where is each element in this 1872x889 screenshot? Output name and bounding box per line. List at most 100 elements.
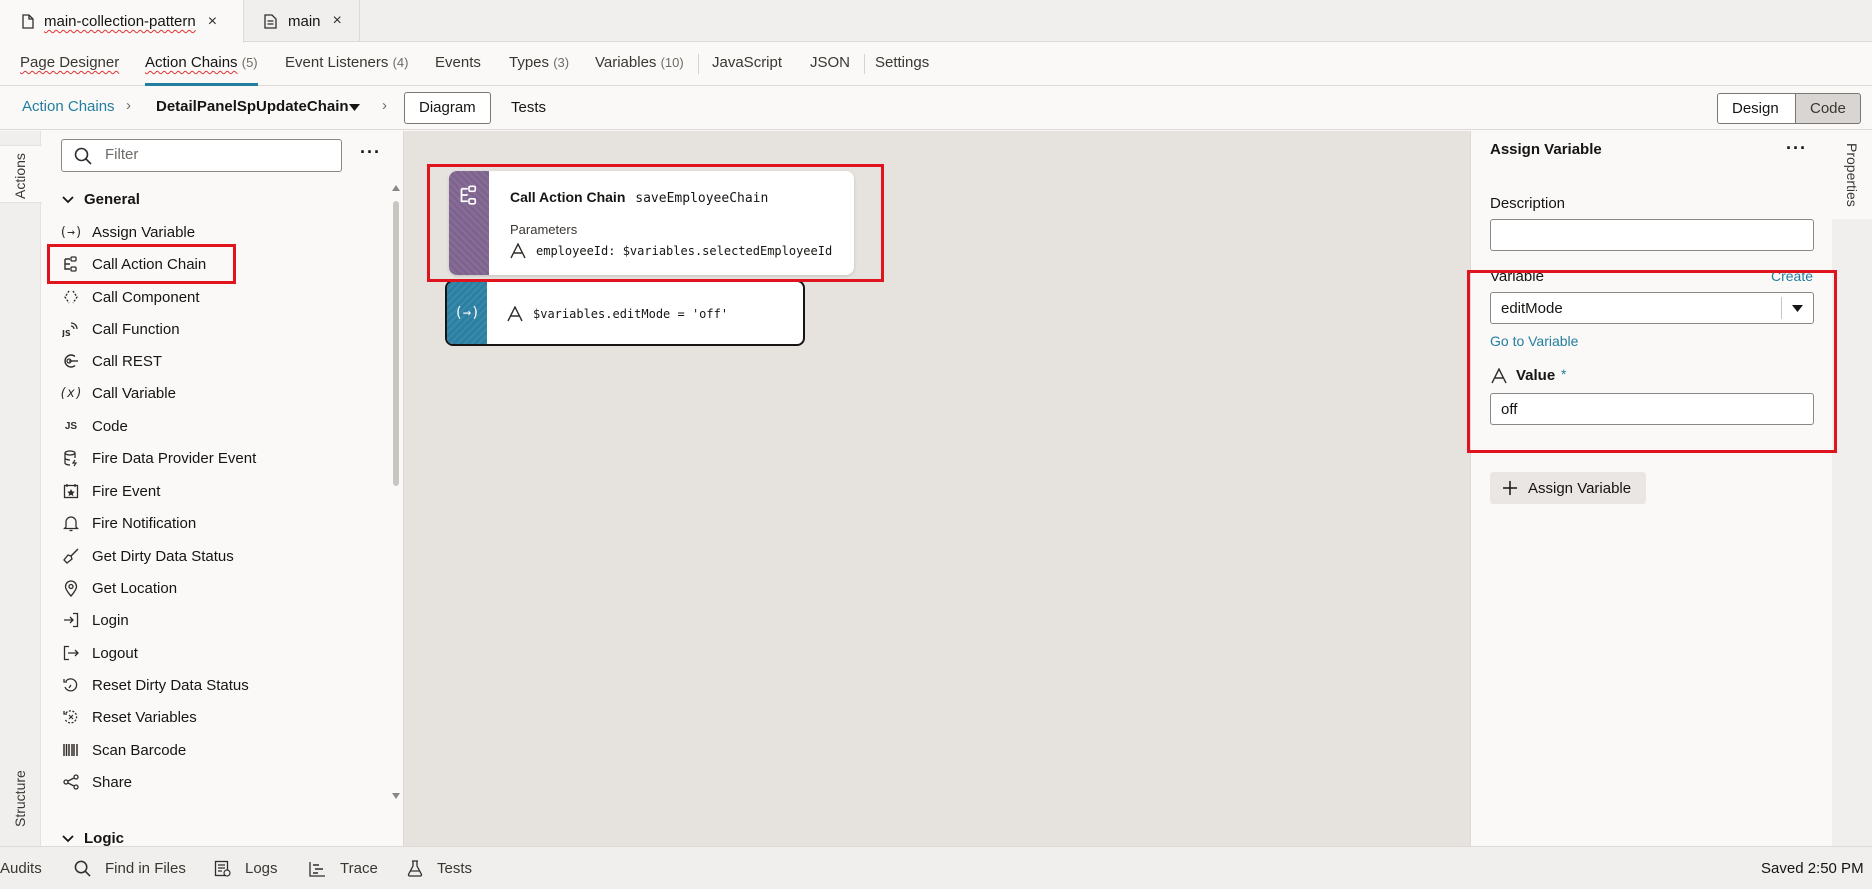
properties-title: Assign Variable bbox=[1490, 141, 1602, 158]
reset-icon bbox=[60, 677, 82, 693]
tab-json[interactable]: JSON bbox=[810, 43, 850, 86]
call-action-chain-node[interactable]: Call Action Chain saveEmployeeChain Para… bbox=[449, 171, 854, 275]
assign-variable-node[interactable]: (→) $variables.editMode = 'off' bbox=[445, 280, 805, 346]
search-icon bbox=[74, 860, 91, 877]
action-call-rest[interactable]: Call REST bbox=[60, 347, 162, 375]
caret-down-icon[interactable] bbox=[349, 104, 360, 111]
close-icon[interactable]: × bbox=[333, 12, 342, 30]
left-rail: Actions Structure bbox=[0, 131, 42, 846]
file-tab-main-collection-pattern[interactable]: main-collection-pattern × bbox=[0, 0, 244, 43]
audits-button[interactable]: Audits bbox=[0, 860, 42, 877]
action-call-variable[interactable]: (x) Call Variable bbox=[59, 379, 176, 407]
logs-button[interactable]: Logs bbox=[214, 860, 278, 877]
action-share[interactable]: Share bbox=[60, 768, 132, 796]
diagram-button[interactable]: Diagram bbox=[404, 92, 491, 124]
tab-divider bbox=[864, 54, 865, 74]
go-to-variable-link[interactable]: Go to Variable bbox=[1490, 333, 1578, 349]
action-login[interactable]: Login bbox=[60, 606, 129, 634]
action-logout[interactable]: Logout bbox=[60, 639, 138, 667]
properties-panel: Assign Variable ··· Description Variable… bbox=[1470, 131, 1832, 846]
code-icon: JS bbox=[64, 420, 78, 432]
breadcrumb: Action Chains › DetailPanelSpUpdateChain… bbox=[0, 87, 1872, 130]
action-code[interactable]: JS Code bbox=[60, 412, 128, 440]
file-tab-label: main-collection-pattern bbox=[44, 13, 196, 30]
calendar-star-icon bbox=[60, 483, 82, 499]
tab-event-listeners[interactable]: Event Listeners (4) bbox=[285, 43, 408, 86]
trace-icon bbox=[309, 861, 325, 877]
action-reset-variables[interactable]: Reset Variables bbox=[60, 703, 197, 731]
action-call-component[interactable]: Call Component bbox=[60, 283, 200, 311]
action-get-dirty-data-status[interactable]: Get Dirty Data Status bbox=[60, 542, 234, 570]
tests-button[interactable]: Tests bbox=[496, 92, 561, 124]
file-tab-label: main bbox=[288, 12, 321, 30]
variable-select[interactable]: editMode bbox=[1490, 292, 1814, 324]
action-assign-variable[interactable]: (→) Assign Variable bbox=[59, 218, 195, 246]
action-call-function[interactable]: JS Call Function bbox=[60, 315, 180, 343]
filter-input[interactable] bbox=[105, 146, 325, 163]
assign-variable-icon: (→) bbox=[59, 224, 83, 240]
scroll-down-icon bbox=[392, 793, 400, 799]
tab-action-chains[interactable]: Action Chains (5) bbox=[145, 43, 258, 86]
scroll-up-icon bbox=[392, 185, 400, 191]
group-logic[interactable]: Logic bbox=[62, 830, 124, 846]
action-reset-dirty-data-status[interactable]: Reset Dirty Data Status bbox=[60, 671, 249, 699]
more-options-icon[interactable]: ··· bbox=[360, 142, 381, 163]
scrollbar-thumb[interactable] bbox=[393, 201, 399, 486]
action-chain-icon bbox=[60, 256, 82, 272]
required-indicator: * bbox=[1561, 366, 1567, 382]
plus-icon bbox=[1503, 481, 1517, 495]
action-get-location[interactable]: Get Location bbox=[60, 574, 177, 602]
variable-label: Variable bbox=[1490, 268, 1544, 285]
parameters-label: Parameters bbox=[510, 222, 578, 237]
diagram-canvas[interactable]: Call Action Chain saveEmployeeChain Para… bbox=[404, 131, 1470, 846]
action-fire-notification[interactable]: Fire Notification bbox=[60, 509, 196, 537]
actions-rail-tab[interactable]: Actions bbox=[12, 153, 28, 199]
svg-text:JS: JS bbox=[62, 329, 71, 337]
parameter-value: employeeId: $variables.selectedEmployeeI… bbox=[536, 244, 833, 258]
logout-icon bbox=[60, 645, 82, 661]
tab-javascript[interactable]: JavaScript bbox=[712, 43, 782, 86]
file-tab-main[interactable]: main × bbox=[264, 0, 342, 42]
chevron-down-icon bbox=[62, 834, 74, 842]
tab-events[interactable]: Events bbox=[435, 43, 481, 86]
create-variable-link[interactable]: Create bbox=[1771, 268, 1813, 284]
action-chain-icon bbox=[460, 185, 477, 205]
action-scan-barcode[interactable]: Scan Barcode bbox=[60, 736, 186, 764]
properties-rail-tab[interactable]: Properties bbox=[1844, 143, 1860, 207]
tab-variables[interactable]: Variables (10) bbox=[595, 43, 684, 86]
description-input[interactable] bbox=[1490, 219, 1814, 251]
rest-icon bbox=[60, 353, 82, 369]
design-mode-button[interactable]: Design bbox=[1717, 93, 1796, 124]
filter-field[interactable] bbox=[61, 139, 342, 172]
variable-icon: (x) bbox=[59, 385, 83, 401]
tests-status-button[interactable]: Tests bbox=[407, 860, 472, 877]
barcode-icon bbox=[60, 744, 82, 756]
trace-button[interactable]: Trace bbox=[309, 860, 378, 877]
page-icon bbox=[264, 13, 277, 29]
share-icon bbox=[60, 774, 82, 790]
text-type-icon bbox=[1491, 368, 1507, 384]
action-fire-event[interactable]: Fire Event bbox=[60, 477, 160, 505]
breadcrumb-action-chains[interactable]: Action Chains bbox=[22, 98, 115, 115]
tab-types[interactable]: Types (3) bbox=[509, 43, 569, 86]
add-assign-variable-button[interactable]: Assign Variable bbox=[1490, 472, 1646, 504]
file-tab-bar: main-collection-pattern × main × bbox=[0, 0, 1872, 43]
logs-icon bbox=[214, 860, 231, 877]
value-input[interactable]: off bbox=[1490, 393, 1814, 425]
tab-page-designer[interactable]: Page Designer bbox=[20, 43, 119, 86]
file-icon bbox=[22, 14, 34, 29]
tab-divider bbox=[698, 54, 699, 74]
group-general[interactable]: General bbox=[62, 191, 140, 208]
more-options-icon[interactable]: ··· bbox=[1786, 138, 1807, 159]
action-call-action-chain[interactable]: Call Action Chain bbox=[60, 250, 206, 278]
text-type-icon bbox=[507, 306, 523, 322]
node-title: Call Action Chain bbox=[510, 189, 626, 205]
node-stripe bbox=[449, 171, 489, 275]
action-fire-data-provider-event[interactable]: Fire Data Provider Event bbox=[60, 444, 256, 472]
close-icon[interactable]: × bbox=[208, 13, 217, 31]
right-rail: Properties bbox=[1832, 131, 1872, 846]
structure-rail-tab[interactable]: Structure bbox=[12, 770, 28, 827]
find-in-files-button[interactable]: Find in Files bbox=[74, 860, 186, 877]
code-mode-button[interactable]: Code bbox=[1795, 93, 1861, 124]
tab-settings[interactable]: Settings bbox=[875, 43, 929, 86]
